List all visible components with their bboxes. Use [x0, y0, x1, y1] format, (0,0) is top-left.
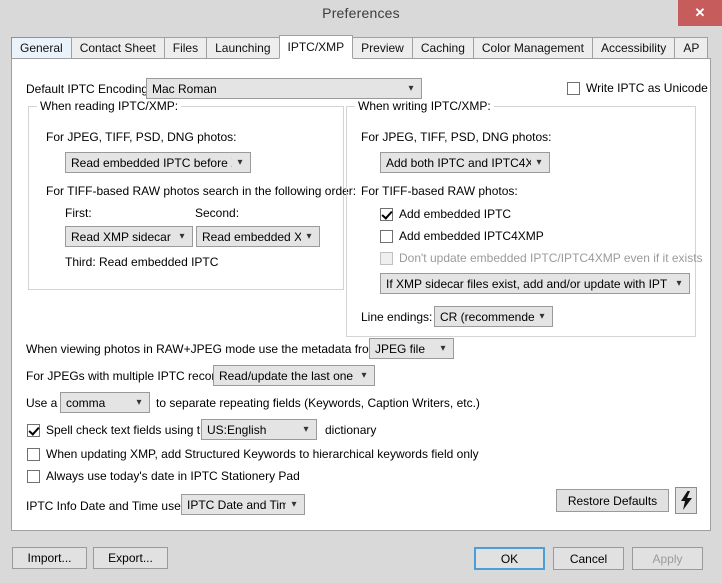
tab-caching[interactable]: Caching [411, 37, 474, 58]
line-endings-value: CR (recommended) [440, 309, 534, 324]
tab-contact-sheet[interactable]: Contact Sheet [70, 37, 165, 58]
separator-value: comma [66, 395, 106, 410]
checkbox-box [380, 207, 393, 221]
xmp-sidecar-value: If XMP sidecar files exist, add and/or u… [386, 276, 667, 291]
tab-iptc-xmp[interactable]: IPTC/XMP [278, 35, 354, 59]
chevron-down-icon: ▾ [179, 230, 185, 242]
structured-keywords-checkbox[interactable]: When updating XMP, add Structured Keywor… [27, 447, 479, 461]
checkbox-box [567, 81, 580, 95]
checkbox-box [380, 229, 393, 243]
chevron-down-icon: ▾ [676, 277, 682, 289]
writing-jpeg-select[interactable]: Add both IPTC and IPTC4XMP ▾ [380, 152, 550, 173]
multiple-iptc-records-value: Read/update the last one [219, 368, 354, 383]
tab-accessibility[interactable]: Accessibility [591, 37, 676, 58]
rawjpeg-metadata-label: When viewing photos in RAW+JPEG mode use… [26, 342, 403, 356]
reading-second-value: Read embedded XMP [202, 229, 301, 244]
iptc-info-datetime-select[interactable]: IPTC Date and Time ▾ [181, 494, 305, 515]
when-reading-groupbox: When reading IPTC/XMP: For JPEG, TIFF, P… [28, 99, 356, 290]
dont-update-embedded-checkbox: Don't update embedded IPTC/IPTC4XMP even… [380, 251, 703, 265]
reading-second-label: Second: [195, 206, 240, 220]
rawjpeg-metadata-select[interactable]: JPEG file ▾ [369, 338, 454, 359]
spell-dictionary-value: US:English [207, 422, 267, 437]
add-embedded-iptc4xmp-label: Add embedded IPTC4XMP [399, 229, 544, 243]
window-title: Preferences [322, 5, 400, 21]
multiple-iptc-records-label: For JPEGs with multiple IPTC records: [26, 369, 232, 383]
tab-files[interactable]: Files [163, 37, 208, 58]
chevron-down-icon: ▾ [136, 396, 142, 408]
structured-keywords-label: When updating XMP, add Structured Keywor… [46, 447, 479, 461]
tab-color-management[interactable]: Color Management [472, 37, 593, 58]
multiple-iptc-records-select[interactable]: Read/update the last one ▾ [213, 365, 375, 386]
lightning-bolt-icon[interactable] [675, 487, 697, 514]
restore-defaults-button[interactable]: Restore Defaults [556, 489, 669, 512]
checkbox-box [380, 251, 393, 265]
todays-date-checkbox[interactable]: Always use today's date in IPTC Statione… [27, 469, 300, 483]
ok-button[interactable]: OK [474, 547, 545, 570]
chevron-down-icon: ▾ [306, 230, 312, 242]
chevron-down-icon: ▾ [237, 156, 243, 168]
writing-raw-label: For TIFF-based RAW photos: [361, 184, 518, 198]
preferences-window: Preferences ✕ General Contact Sheet File… [0, 0, 722, 583]
spell-dictionary-suffix-label: dictionary [325, 423, 377, 437]
tab-preview[interactable]: Preview [352, 37, 413, 58]
reading-second-select[interactable]: Read embedded XMP ▾ [196, 226, 320, 247]
line-endings-label: Line endings: [361, 310, 433, 324]
spell-check-label: Spell check text fields using the [46, 423, 214, 437]
separator-select[interactable]: comma ▾ [60, 392, 150, 413]
line-endings-select[interactable]: CR (recommended) ▾ [434, 306, 553, 327]
checkbox-box [27, 469, 40, 483]
rawjpeg-metadata-value: JPEG file [375, 341, 426, 356]
xmp-sidecar-select[interactable]: If XMP sidecar files exist, add and/or u… [380, 273, 690, 294]
default-iptc-encoding-label: Default IPTC Encoding: [26, 82, 152, 96]
when-reading-group-title: When reading IPTC/XMP: [37, 99, 182, 113]
export-button[interactable]: Export... [93, 547, 168, 569]
tab-strip: General Contact Sheet Files Launching IP… [11, 35, 709, 59]
when-writing-groupbox: When writing IPTC/XMP: For JPEG, TIFF, P… [346, 99, 703, 337]
add-embedded-iptc-checkbox[interactable]: Add embedded IPTC [380, 207, 511, 221]
when-writing-group-title: When writing IPTC/XMP: [355, 99, 494, 113]
chevron-down-icon: ▾ [440, 342, 446, 354]
reading-raw-label: For TIFF-based RAW photos search in the … [46, 184, 357, 198]
iptc-info-datetime-value: IPTC Date and Time [187, 497, 286, 512]
default-iptc-encoding-value: Mac Roman [152, 81, 217, 96]
checkbox-box [27, 447, 40, 461]
checkbox-box [27, 423, 40, 437]
tab-general[interactable]: General [11, 37, 72, 58]
reading-first-value: Read XMP sidecar file [71, 229, 174, 244]
iptc-xmp-tab-page: Default IPTC Encoding: Mac Roman ▾ Write… [11, 58, 711, 531]
chevron-down-icon: ▾ [408, 82, 414, 94]
chevron-down-icon: ▾ [361, 369, 367, 381]
todays-date-label: Always use today's date in IPTC Statione… [46, 469, 300, 483]
title-bar: Preferences ✕ [0, 0, 722, 28]
write-iptc-as-unicode-label: Write IPTC as Unicode [586, 81, 708, 95]
writing-jpeg-value: Add both IPTC and IPTC4XMP [386, 155, 531, 170]
chevron-down-icon: ▾ [539, 310, 545, 322]
chevron-down-icon: ▾ [303, 423, 309, 435]
spell-dictionary-select[interactable]: US:English ▾ [201, 419, 317, 440]
close-icon[interactable]: ✕ [678, 0, 722, 26]
separator-suffix-label: to separate repeating fields (Keywords, … [156, 396, 480, 410]
chevron-down-icon: ▾ [536, 156, 542, 168]
reading-third-label: Third: Read embedded IPTC [65, 255, 219, 269]
separator-prefix-label: Use a [26, 396, 58, 410]
add-embedded-iptc-label: Add embedded IPTC [399, 207, 512, 221]
iptc-info-datetime-label: IPTC Info Date and Time uses: [26, 499, 191, 513]
dont-update-embedded-label: Don't update embedded IPTC/IPTC4XMP even… [399, 251, 703, 265]
default-iptc-encoding-select[interactable]: Mac Roman ▾ [146, 78, 422, 99]
reading-first-label: First: [65, 206, 92, 220]
write-iptc-as-unicode-checkbox[interactable]: Write IPTC as Unicode [567, 81, 708, 95]
apply-button: Apply [632, 547, 703, 570]
spell-check-checkbox[interactable]: Spell check text fields using the [27, 423, 213, 437]
writing-jpeg-label: For JPEG, TIFF, PSD, DNG photos: [361, 130, 552, 144]
reading-jpeg-label: For JPEG, TIFF, PSD, DNG photos: [46, 130, 237, 144]
cancel-button[interactable]: Cancel [553, 547, 624, 570]
chevron-down-icon: ▾ [291, 498, 297, 510]
import-button[interactable]: Import... [12, 547, 87, 569]
reading-first-select[interactable]: Read XMP sidecar file ▾ [65, 226, 193, 247]
add-embedded-iptc4xmp-checkbox[interactable]: Add embedded IPTC4XMP [380, 229, 544, 243]
tab-ap[interactable]: AP [674, 37, 709, 58]
reading-jpeg-value: Read embedded IPTC before XMP [71, 155, 232, 170]
reading-jpeg-select[interactable]: Read embedded IPTC before XMP ▾ [65, 152, 251, 173]
tab-launching[interactable]: Launching [206, 37, 280, 58]
